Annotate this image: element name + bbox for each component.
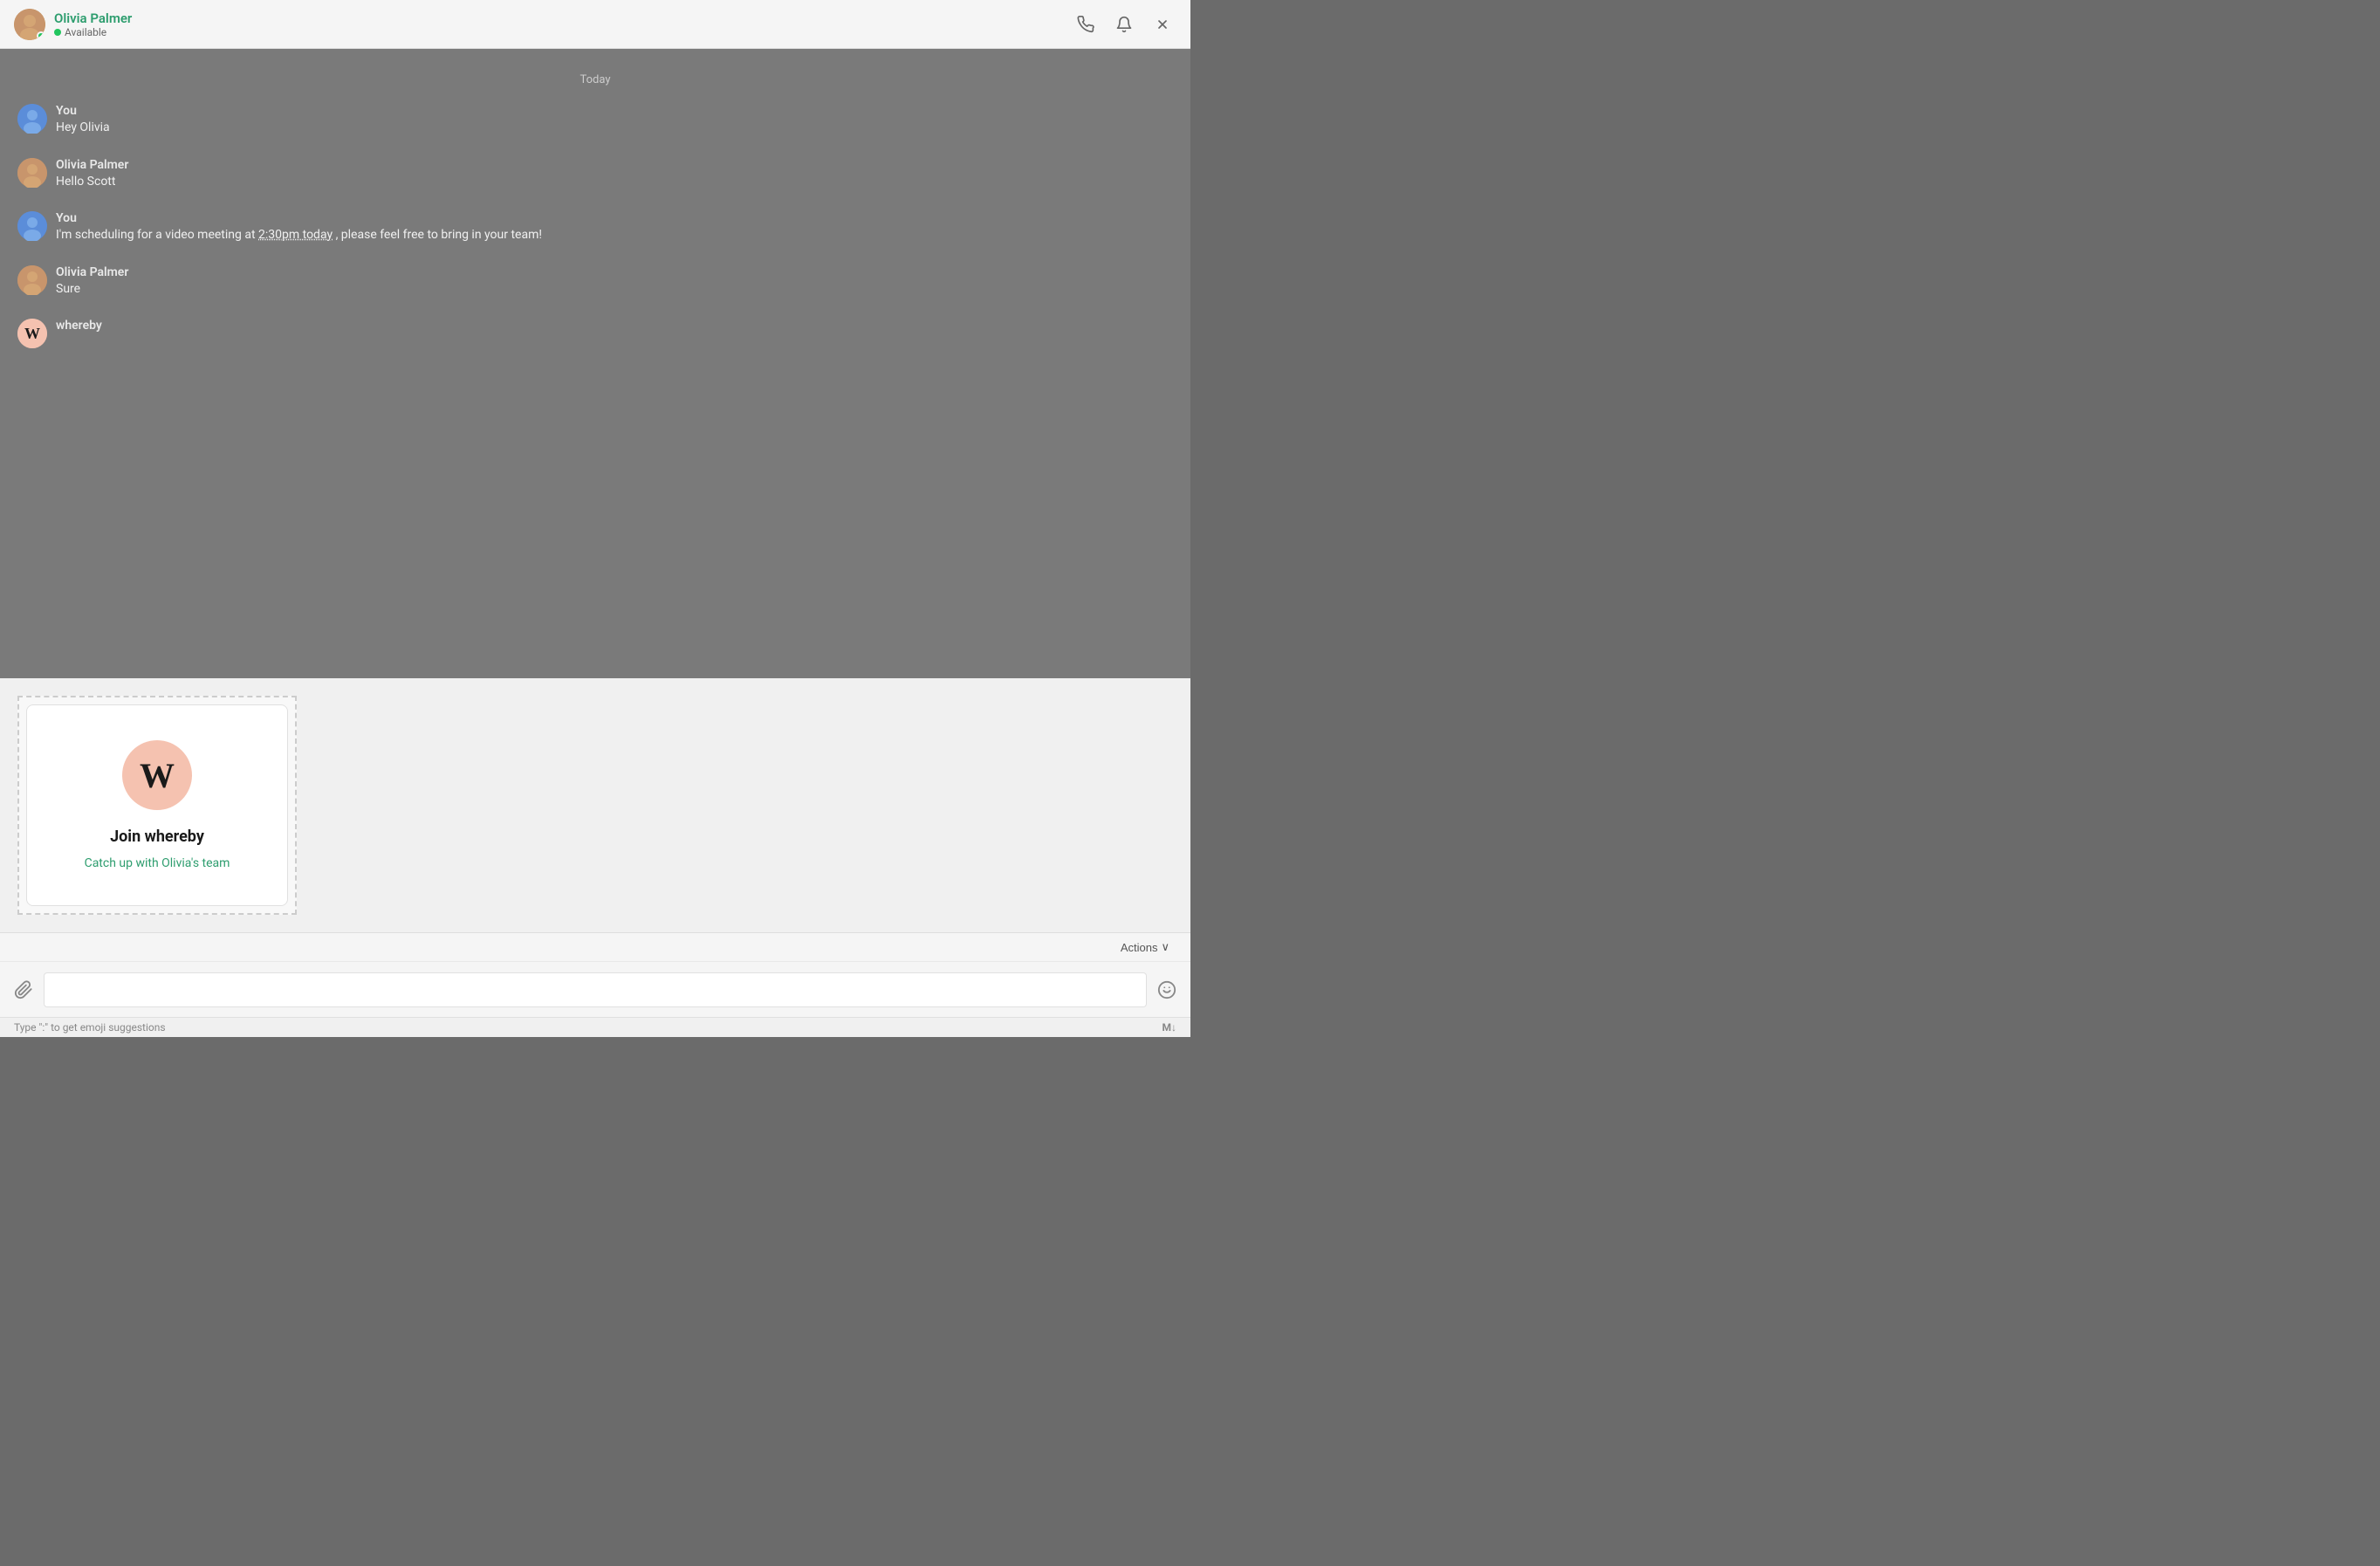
message-group: Olivia Palmer Hello Scott — [17, 158, 1173, 195]
message-sender: You — [56, 211, 542, 225]
avatar — [17, 265, 47, 295]
avatar — [17, 104, 47, 134]
message-sender: You — [56, 104, 110, 118]
whereby-card: W Join whereby Catch up with Olivia's te… — [26, 704, 288, 906]
contact-name: Olivia Palmer — [54, 10, 132, 26]
actions-button[interactable]: Actions ∨ — [1114, 937, 1176, 958]
date-divider: Today — [17, 70, 1173, 86]
header-user-info: Olivia Palmer Available — [14, 9, 132, 40]
message-content: whereby — [56, 319, 102, 334]
message-input[interactable] — [44, 972, 1147, 1007]
message-row: W whereby — [17, 319, 1173, 348]
markdown-format-icon: M↓ — [1162, 1021, 1176, 1034]
whereby-logo-letter: W — [140, 755, 175, 796]
message-content: Olivia Palmer Hello Scott — [56, 158, 128, 191]
message-content: You I'm scheduling for a video meeting a… — [56, 211, 542, 244]
chat-messages-area: Today You Hey Olivia — [0, 49, 1190, 678]
message-sender: Olivia Palmer — [56, 265, 128, 279]
message-group: Olivia Palmer Sure — [17, 265, 1173, 302]
emoji-button[interactable] — [1154, 977, 1180, 1003]
message-group: W whereby — [17, 319, 1173, 352]
message-text: Sure — [56, 281, 128, 299]
emoji-hint-text: Type ":" to get emoji suggestions — [14, 1021, 166, 1034]
message-sender: whereby — [56, 319, 102, 333]
notifications-button[interactable] — [1110, 10, 1138, 38]
message-group: You Hey Olivia — [17, 104, 1173, 141]
status-text: Available — [65, 26, 106, 38]
hint-bar: Type ":" to get emoji suggestions M↓ — [0, 1017, 1190, 1037]
whereby-join-link[interactable]: Catch up with Olivia's team — [85, 856, 230, 870]
time-reference: 2:30pm today — [258, 228, 333, 242]
online-dot — [54, 29, 61, 36]
actions-label: Actions — [1121, 941, 1158, 954]
close-button[interactable] — [1149, 10, 1176, 38]
message-group: You I'm scheduling for a video meeting a… — [17, 211, 1173, 248]
phone-button[interactable] — [1072, 10, 1100, 38]
message-row: You I'm scheduling for a video meeting a… — [17, 211, 1173, 244]
avatar — [17, 211, 47, 241]
chat-header: Olivia Palmer Available — [0, 0, 1190, 49]
chevron-down-icon: ∨ — [1161, 940, 1169, 954]
avatar: W — [17, 319, 47, 348]
message-sender: Olivia Palmer — [56, 158, 128, 172]
message-text: Hello Scott — [56, 174, 128, 191]
whereby-embed-section: W Join whereby Catch up with Olivia's te… — [0, 678, 1190, 932]
message-content: You Hey Olivia — [56, 104, 110, 137]
date-label: Today — [573, 72, 617, 88]
contact-status: Available — [54, 26, 132, 38]
whereby-card-title: Join whereby — [110, 828, 204, 846]
whereby-card-container: W Join whereby Catch up with Olivia's te… — [17, 696, 297, 915]
avatar — [14, 9, 45, 40]
avatar — [17, 158, 47, 188]
message-text: Hey Olivia — [56, 120, 110, 137]
message-row: You Hey Olivia — [17, 104, 1173, 137]
actions-bar: Actions ∨ — [0, 933, 1190, 962]
message-content: Olivia Palmer Sure — [56, 265, 128, 299]
header-action-buttons — [1072, 10, 1176, 38]
attach-button[interactable] — [10, 977, 37, 1003]
status-indicator — [37, 31, 45, 40]
whereby-logo: W — [122, 740, 192, 810]
message-row: Olivia Palmer Hello Scott — [17, 158, 1173, 191]
svg-text:W: W — [24, 325, 40, 342]
message-input-area: Actions ∨ Type ":" to get emoji suggesti… — [0, 932, 1190, 1037]
user-details: Olivia Palmer Available — [54, 10, 132, 38]
message-text: I'm scheduling for a video meeting at 2:… — [56, 227, 542, 244]
text-input-row — [0, 962, 1190, 1017]
message-row: Olivia Palmer Sure — [17, 265, 1173, 299]
